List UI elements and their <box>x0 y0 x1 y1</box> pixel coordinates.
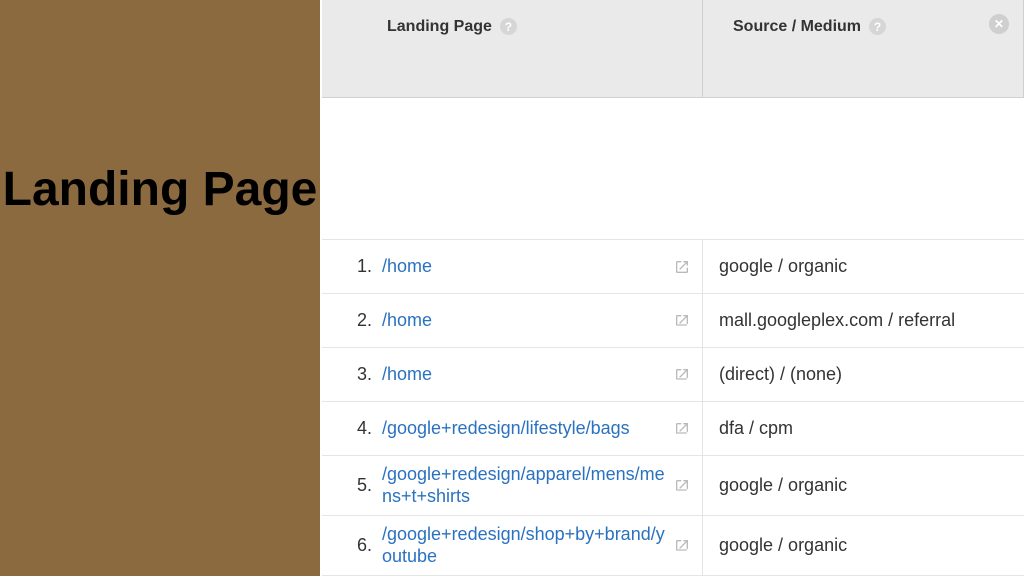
row-number: 1. <box>338 256 372 277</box>
external-link-icon[interactable] <box>672 536 692 556</box>
table-body: 1. /home google / organic 2. /home mall.… <box>322 240 1024 576</box>
column-label: Landing Page <box>387 18 492 36</box>
summary-row <box>322 98 1024 240</box>
row-number: 6. <box>338 535 372 556</box>
cell-landing-page: 4. /google+redesign/lifestyle/bags <box>322 402 703 455</box>
left-panel: Landing Page <box>0 0 320 576</box>
table-row: 1. /home google / organic <box>322 240 1024 294</box>
column-label: Source / Medium <box>733 18 861 36</box>
cell-source-medium: mall.googleplex.com / referral <box>703 294 1024 347</box>
external-link-icon[interactable] <box>672 257 692 277</box>
landing-page-link[interactable]: /google+redesign/apparel/mens/mens+t+shi… <box>382 464 666 507</box>
landing-page-link[interactable]: /google+redesign/lifestyle/bags <box>382 418 666 440</box>
help-icon[interactable]: ? <box>500 18 517 35</box>
column-header-source-medium[interactable]: Source / Medium ? ✕ <box>703 0 1024 97</box>
cell-source-medium: google / organic <box>703 240 1024 293</box>
slide-title: Landing Page <box>3 160 318 220</box>
close-icon[interactable]: ✕ <box>989 14 1009 34</box>
cell-source-medium: dfa / cpm <box>703 402 1024 455</box>
table-header: Landing Page ? Source / Medium ? ✕ <box>322 0 1024 98</box>
row-number: 5. <box>338 475 372 496</box>
cell-source-medium: google / organic <box>703 516 1024 575</box>
external-link-icon[interactable] <box>672 365 692 385</box>
cell-landing-page: 6. /google+redesign/shop+by+brand/youtub… <box>322 516 703 575</box>
table-row: 6. /google+redesign/shop+by+brand/youtub… <box>322 516 1024 576</box>
cell-landing-page: 1. /home <box>322 240 703 293</box>
landing-page-link[interactable]: /home <box>382 310 666 332</box>
table-row: 4. /google+redesign/lifestyle/bags dfa /… <box>322 402 1024 456</box>
external-link-icon[interactable] <box>672 311 692 331</box>
external-link-icon[interactable] <box>672 419 692 439</box>
table-row: 5. /google+redesign/apparel/mens/mens+t+… <box>322 456 1024 516</box>
external-link-icon[interactable] <box>672 476 692 496</box>
column-header-landing-page[interactable]: Landing Page ? <box>322 0 703 97</box>
cell-landing-page: 2. /home <box>322 294 703 347</box>
landing-page-link[interactable]: /google+redesign/shop+by+brand/youtube <box>382 524 666 567</box>
cell-landing-page: 3. /home <box>322 348 703 401</box>
analytics-table: Landing Page ? Source / Medium ? ✕ 1. /h… <box>320 0 1024 576</box>
row-number: 4. <box>338 418 372 439</box>
landing-page-link[interactable]: /home <box>382 364 666 386</box>
cell-source-medium: google / organic <box>703 456 1024 515</box>
cell-landing-page: 5. /google+redesign/apparel/mens/mens+t+… <box>322 456 703 515</box>
row-number: 3. <box>338 364 372 385</box>
table-row: 2. /home mall.googleplex.com / referral <box>322 294 1024 348</box>
cell-source-medium: (direct) / (none) <box>703 348 1024 401</box>
landing-page-link[interactable]: /home <box>382 256 666 278</box>
help-icon[interactable]: ? <box>869 18 886 35</box>
row-number: 2. <box>338 310 372 331</box>
table-row: 3. /home (direct) / (none) <box>322 348 1024 402</box>
